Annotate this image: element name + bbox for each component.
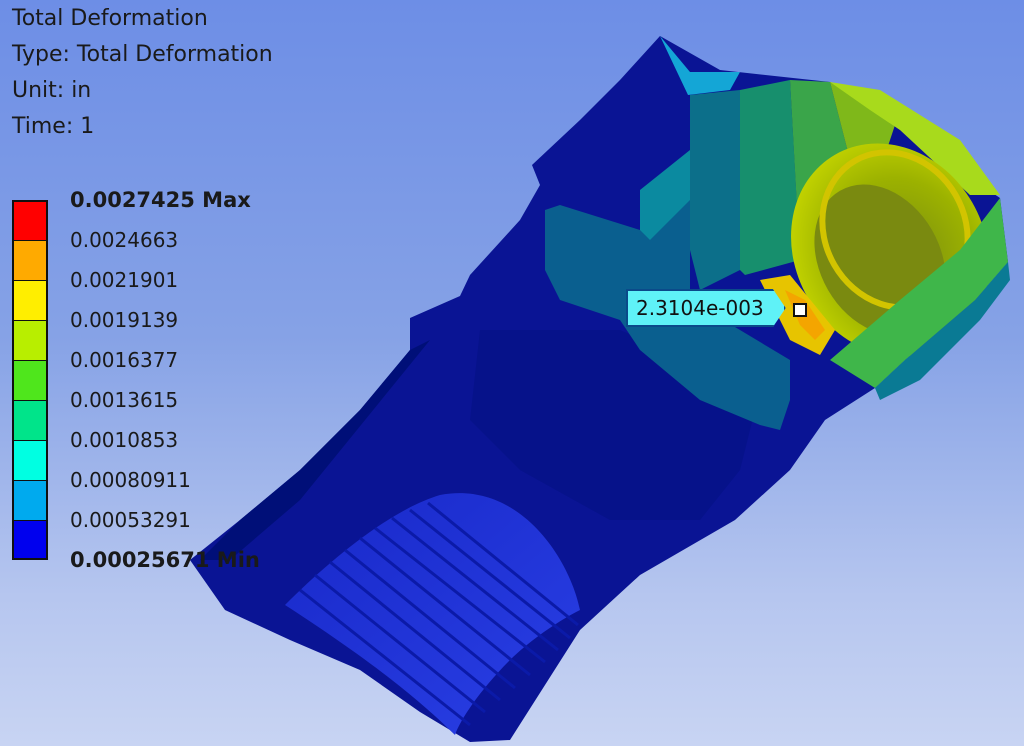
probe-marker[interactable]	[793, 303, 807, 317]
legend-swatch	[12, 480, 48, 520]
legend-label-min: 0.00025671 Min	[70, 548, 260, 572]
legend-label: 0.00080911	[70, 468, 191, 492]
legend-swatch	[12, 240, 48, 280]
legend-label: 0.0016377	[70, 348, 179, 372]
legend-label: 0.0019139	[70, 308, 179, 332]
legend-label: 0.0010853	[70, 428, 179, 452]
band-1	[690, 90, 740, 290]
legend-label: 0.00053291	[70, 508, 191, 532]
result-time: Time: 1	[12, 114, 95, 139]
band-2	[740, 80, 800, 275]
legend-label: 0.0021901	[70, 268, 179, 292]
legend-swatch	[12, 520, 48, 560]
legend-label: 0.0024663	[70, 228, 179, 252]
legend-swatch	[12, 200, 48, 240]
result-title: Total Deformation	[12, 6, 208, 31]
legend-swatch	[12, 440, 48, 480]
legend-label-max: 0.0027425 Max	[70, 188, 251, 212]
result-type: Type: Total Deformation	[12, 42, 273, 67]
legend-swatch	[12, 360, 48, 400]
legend-swatch	[12, 280, 48, 320]
legend-swatch	[12, 320, 48, 360]
model-viewport[interactable]	[0, 0, 1024, 746]
legend-label: 0.0013615	[70, 388, 179, 412]
result-unit: Unit: in	[12, 78, 92, 103]
probe-annotation[interactable]: 2.3104e-003	[626, 289, 786, 327]
legend-swatch	[12, 400, 48, 440]
